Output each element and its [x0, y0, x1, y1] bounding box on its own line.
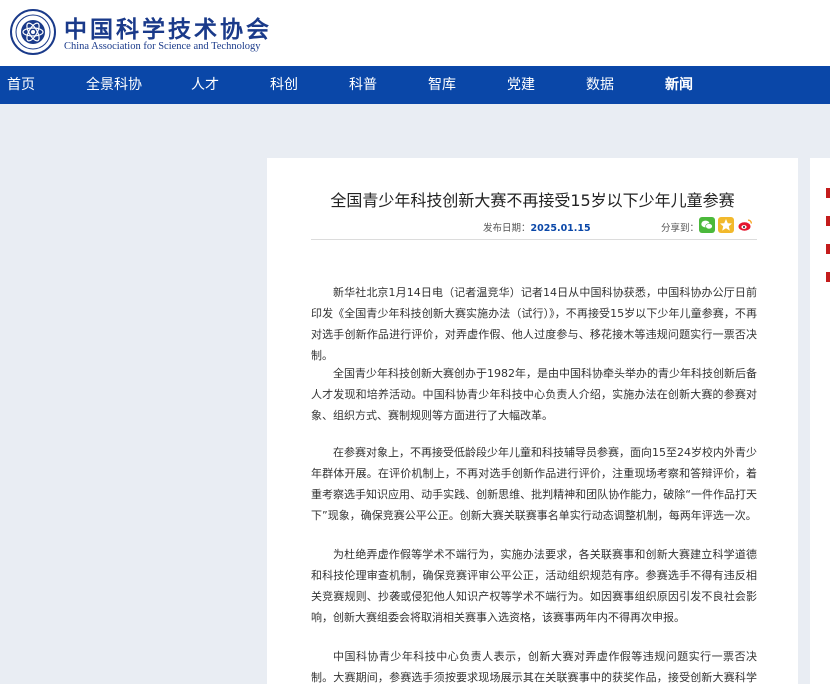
nav-item-data[interactable]: 数据: [586, 66, 614, 104]
sidebar-marker: [826, 244, 830, 254]
nav-item-party[interactable]: 党建: [507, 66, 535, 104]
article-panel: 全国青少年科技创新大赛不再接受15岁以下少年儿童参赛 发布日期：2025.01.…: [267, 158, 798, 684]
sidebar-marker: [826, 216, 830, 226]
article-paragraph: 新华社北京1月14日电（记者温竞华）记者14日从中国科协获悉，中国科协办公厅日前…: [311, 286, 757, 362]
sidebar-marker: [826, 272, 830, 282]
right-sidebar: [810, 158, 830, 684]
sidebar-marker: [826, 188, 830, 198]
wechat-share-icon[interactable]: [699, 217, 715, 233]
nav-item-think-tank[interactable]: 智库: [428, 66, 456, 104]
article-divider: [311, 239, 757, 240]
weibo-share-icon[interactable]: [737, 217, 753, 233]
article-paragraph: 为杜绝弄虚作假等学术不端行为，实施办法要求，各关联赛事和创新大赛建立科学道德和科…: [311, 548, 757, 624]
qzone-share-icon[interactable]: [718, 217, 734, 233]
article-paragraph: 全国青少年科技创新大赛创办于1982年，是由中国科协牵头举办的青少年科技创新后备…: [311, 367, 757, 422]
nav-item-innovation[interactable]: 科创: [270, 66, 298, 104]
nav-item-home[interactable]: 首页: [7, 66, 35, 104]
logo-text-en[interactable]: China Association for Science and Techno…: [64, 41, 261, 52]
nav-item-popular-science[interactable]: 科普: [349, 66, 377, 104]
article-paragraph: 中国科协青少年科技中心负责人表示，创新大赛对弄虚作假等违规问题实行一票否决制。大…: [311, 650, 757, 684]
share-label: 分享到：: [661, 223, 700, 234]
article-title: 全国青少年科技创新大赛不再接受15岁以下少年儿童参赛: [330, 191, 735, 210]
logo-text-cn[interactable]: 中国科学技术协会: [64, 10, 272, 44]
cast-emblem-icon[interactable]: [10, 9, 56, 55]
site-header: 中国科学技术协会 China Association for Science a…: [0, 0, 830, 66]
publish-date-label: 发布日期：: [483, 223, 531, 234]
nav-item-panorama[interactable]: 全景科协: [86, 66, 142, 104]
nav-item-news[interactable]: 新闻: [665, 66, 693, 104]
publish-date-value: 2025.01.15: [530, 223, 591, 234]
article-paragraph: 在参赛对象上，不再接受低龄段少年儿童和科技辅导员参赛，面向15至24岁校内外青少…: [311, 446, 757, 522]
publish-date: 发布日期：2025.01.15: [483, 220, 591, 234]
nav-item-talent[interactable]: 人才: [191, 66, 219, 104]
main-nav: 首页 全景科协 人才 科创 科普 智库 党建 数据 新闻: [0, 66, 830, 104]
